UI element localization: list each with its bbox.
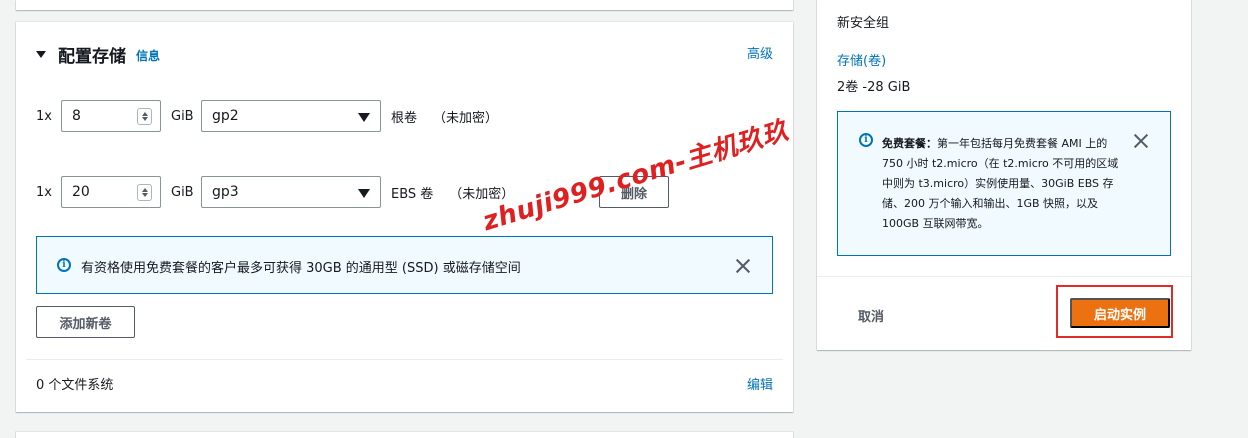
volume-kind-label: EBS 卷 — [391, 186, 434, 202]
info-link[interactable]: 信息 — [136, 47, 160, 64]
size-stepper-icon[interactable] — [137, 108, 152, 125]
storage-config-card: 配置存储 信息 高级 1x 8 GiB gp2 根卷 （未加密） 1x 20 G… — [16, 22, 793, 412]
size-stepper-icon[interactable] — [137, 184, 152, 201]
divider — [817, 276, 1191, 277]
volume-type-value: gp2 — [212, 108, 239, 124]
close-icon[interactable] — [735, 258, 751, 274]
collapse-caret-icon[interactable] — [36, 51, 46, 58]
volume-type-value: gp3 — [212, 184, 239, 200]
volume-row-ebs: 1x 20 GiB gp3 EBS 卷 （未加密） — [36, 176, 514, 208]
security-group-value: 新安全组 — [837, 16, 890, 31]
next-section-card — [16, 432, 793, 438]
volume-multiplier: 1x — [36, 184, 52, 200]
volume-type-select[interactable]: gp3 — [201, 176, 381, 208]
free-tier-message: 免费套餐：第一年包括每月免费套餐 AMI 上的 750 小时 t2.micro（… — [882, 134, 1122, 234]
info-icon: i — [859, 133, 873, 147]
volume-unit: GiB — [171, 108, 194, 124]
summary-panel: 新安全组 存储(卷) 2卷 -28 GiB i 免费套餐：第一年包括每月免费套餐… — [817, 0, 1191, 350]
storage-section-title: 配置存储 — [58, 47, 126, 67]
volume-type-select[interactable]: gp2 — [201, 100, 381, 132]
free-tier-storage-alert: i 有资格使用免费套餐的客户最多可获得 30GB 的通用型 (SSD) 或磁存储… — [36, 236, 773, 294]
storage-section-header[interactable]: 配置存储 信息 — [36, 42, 160, 67]
advanced-link[interactable]: 高级 — [747, 43, 773, 62]
file-systems-count: 0 个文件系统 — [36, 378, 114, 393]
alert-message: 有资格使用免费套餐的客户最多可获得 30GB 的通用型 (SSD) 或磁存储空间 — [81, 261, 521, 276]
volume-size-input[interactable]: 8 — [61, 100, 161, 132]
select-caret-icon — [358, 113, 370, 122]
free-tier-title: 免费套餐： — [882, 137, 937, 150]
volume-row-root: 1x 8 GiB gp2 根卷 （未加密） — [36, 100, 498, 132]
info-icon: i — [57, 258, 71, 272]
storage-summary-value: 2卷 -28 GiB — [837, 80, 911, 95]
close-icon[interactable] — [1133, 133, 1149, 149]
free-tier-alert: i 免费套餐：第一年包括每月免费套餐 AMI 上的 750 小时 t2.micr… — [837, 111, 1171, 256]
cancel-button[interactable]: 取消 — [858, 306, 884, 325]
encryption-status: （未加密） — [433, 110, 499, 126]
edit-file-systems-link[interactable]: 编辑 — [747, 374, 773, 393]
add-volume-button[interactable]: 添加新卷 — [36, 306, 135, 338]
storage-heading-link[interactable]: 存储(卷) — [837, 50, 886, 69]
launch-instance-button[interactable]: 启动实例 — [1070, 298, 1170, 328]
volume-unit: GiB — [171, 184, 194, 200]
volume-multiplier: 1x — [36, 108, 52, 124]
previous-section-card — [16, 0, 793, 10]
volume-size-input[interactable]: 20 — [61, 176, 161, 208]
volume-kind-label: 根卷 — [391, 110, 418, 126]
divider — [26, 359, 783, 360]
free-tier-body: 第一年包括每月免费套餐 AMI 上的 750 小时 t2.micro（在 t2.… — [882, 137, 1119, 230]
volume-size-value: 8 — [72, 108, 81, 124]
volume-size-value: 20 — [72, 184, 90, 200]
select-caret-icon — [358, 189, 370, 198]
